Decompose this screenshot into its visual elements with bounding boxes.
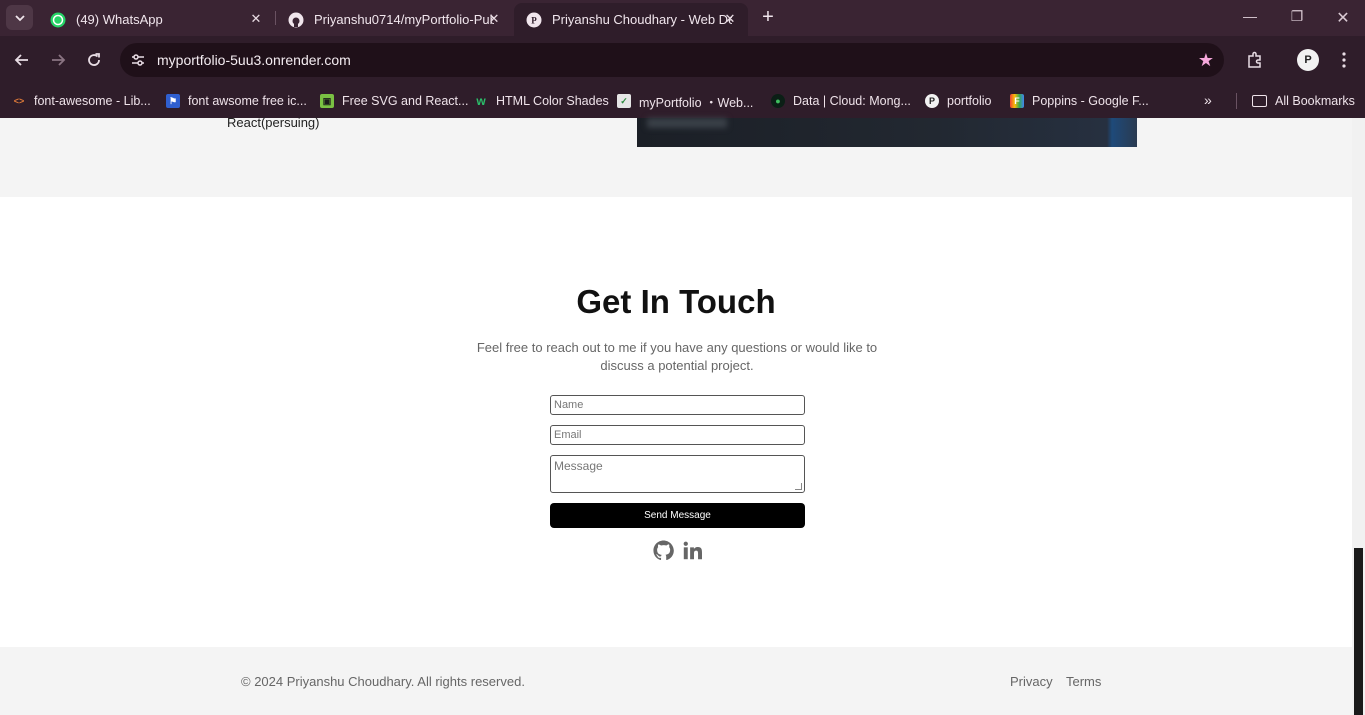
bookmark-item[interactable]: ⚑ font awsome free ic...: [166, 92, 307, 110]
svg-text:P: P: [531, 15, 537, 25]
bookmark-label: HTML Color Shades: [496, 94, 609, 108]
browser-toolbar: myportfolio-5uu3.onrender.com ★ P: [0, 36, 1365, 84]
tab-github[interactable]: Priyanshu0714/myPortfolio-Pub ✕: [276, 3, 512, 36]
reload-icon[interactable]: [84, 50, 104, 70]
name-placeholder: Name: [554, 399, 584, 411]
minimize-icon[interactable]: —: [1240, 8, 1260, 24]
mongodb-leaf-icon: ●: [771, 94, 785, 108]
bookmark-item[interactable]: P portfolio: [925, 92, 991, 110]
render-check-icon: ✓: [617, 94, 631, 108]
bookmark-item[interactable]: w HTML Color Shades: [474, 92, 609, 110]
portfolio-logo-icon: P: [526, 12, 542, 28]
page-scrollbar[interactable]: [1352, 118, 1365, 715]
profile-avatar[interactable]: P: [1297, 49, 1319, 71]
whatsapp-icon: [50, 12, 66, 28]
bookmarks-divider: [1236, 93, 1237, 109]
scrollbar-thumb[interactable]: [1354, 548, 1363, 715]
w3schools-icon: w: [476, 94, 486, 108]
flag-icon: ⚑: [166, 94, 180, 108]
all-bookmarks-label: All Bookmarks: [1275, 94, 1355, 108]
bookmark-label: Data | Cloud: Mong...: [793, 94, 911, 108]
about-section: React(persuing): [0, 115, 1352, 197]
privacy-link[interactable]: Privacy: [1010, 674, 1053, 689]
close-tab-icon[interactable]: ✕: [486, 11, 502, 27]
close-tab-icon[interactable]: ✕: [248, 11, 264, 27]
bookmark-label: myPortfolio ・Web...: [639, 95, 754, 110]
more-bookmarks-chevron-icon[interactable]: »: [1204, 92, 1212, 108]
bookmark-item[interactable]: ● Data | Cloud: Mong...: [771, 92, 911, 110]
url-text: myportfolio-5uu3.onrender.com: [157, 52, 351, 68]
site-info-icon[interactable]: [129, 51, 147, 69]
tab-whatsapp[interactable]: (49) WhatsApp ✕: [38, 3, 274, 36]
terms-link[interactable]: Terms: [1066, 674, 1101, 689]
close-window-icon[interactable]: ✕: [1333, 8, 1353, 28]
bookmarks-bar: <> font-awesome - Lib... ⚑ font awsome f…: [0, 84, 1365, 118]
restore-icon[interactable]: ❐: [1287, 8, 1307, 25]
contact-section: Get In Touch Feel free to reach out to m…: [0, 197, 1352, 647]
bookmark-label: font-awesome - Lib...: [34, 94, 151, 108]
more-menu-icon[interactable]: [1334, 50, 1354, 70]
message-placeholder: Message: [554, 459, 603, 473]
tab-title: (49) WhatsApp: [76, 12, 163, 27]
bookmark-label: Free SVG and React...: [342, 94, 469, 108]
tab-search-button[interactable]: [6, 5, 33, 30]
send-message-label: Send Message: [644, 510, 711, 521]
page-viewport: React(persuing) Get In Touch Feel free t…: [0, 115, 1352, 715]
folder-icon: [1252, 95, 1267, 107]
about-image: [637, 118, 1137, 147]
github-icon: [288, 12, 304, 28]
tab-portfolio[interactable]: P Priyanshu Choudhary - Web De ✕: [514, 3, 748, 36]
forward-arrow-icon[interactable]: [48, 50, 68, 70]
address-bar[interactable]: myportfolio-5uu3.onrender.com ★: [120, 43, 1224, 77]
svg-repo-icon: ▣: [320, 94, 334, 108]
chevron-down-icon: [14, 14, 25, 21]
email-field[interactable]: Email: [550, 425, 805, 445]
portfolio-logo-icon: P: [925, 94, 939, 108]
tab-title: Priyanshu Choudhary - Web De: [552, 12, 732, 27]
email-placeholder: Email: [554, 429, 582, 441]
bookmark-item[interactable]: ✓ myPortfolio ・Web...: [617, 92, 753, 110]
new-tab-button[interactable]: +: [758, 7, 778, 27]
back-arrow-icon[interactable]: [12, 50, 32, 70]
github-link-icon[interactable]: [652, 539, 674, 561]
site-footer: © 2024 Priyanshu Choudhary. All rights r…: [0, 647, 1352, 715]
send-message-button[interactable]: Send Message: [550, 503, 805, 528]
copyright-text: © 2024 Priyanshu Choudhary. All rights r…: [241, 674, 525, 689]
code-brackets-icon: <>: [13, 96, 25, 106]
tab-strip: (49) WhatsApp ✕ Priyanshu0714/myPortfoli…: [0, 0, 1365, 36]
tab-title: Priyanshu0714/myPortfolio-Pub: [314, 12, 494, 27]
close-tab-icon[interactable]: ✕: [722, 11, 738, 27]
contact-title: Get In Touch: [576, 283, 776, 320]
contact-lead: Feel free to reach out to me if you have…: [476, 340, 878, 373]
bookmark-label: font awsome free ic...: [188, 94, 307, 108]
bookmark-label: portfolio: [947, 94, 992, 108]
skill-item: React(persuing): [227, 115, 320, 130]
resize-handle-icon[interactable]: [795, 483, 802, 490]
extensions-icon[interactable]: [1245, 50, 1265, 70]
google-fonts-icon: F: [1010, 94, 1024, 108]
bookmark-item[interactable]: ▣ Free SVG and React...: [320, 92, 468, 110]
name-field[interactable]: Name: [550, 395, 805, 415]
all-bookmarks-button[interactable]: All Bookmarks: [1252, 92, 1355, 110]
bookmark-star-icon[interactable]: ★: [1198, 50, 1214, 71]
message-field[interactable]: Message: [550, 455, 805, 493]
bookmark-label: Poppins - Google F...: [1032, 94, 1149, 108]
linkedin-link-icon[interactable]: [681, 539, 703, 561]
bookmark-item[interactable]: <> font-awesome - Lib...: [12, 92, 151, 110]
bookmark-item[interactable]: F Poppins - Google F...: [1010, 92, 1149, 110]
